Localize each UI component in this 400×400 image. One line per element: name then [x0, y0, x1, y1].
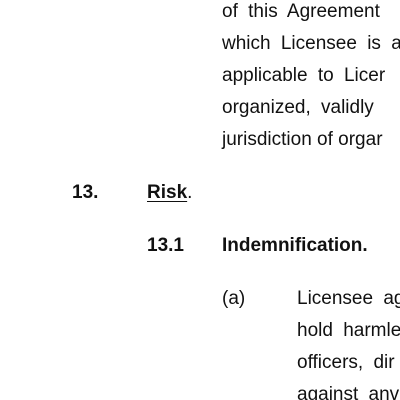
section-heading: Risk.: [147, 183, 192, 202]
section-title: Risk: [147, 182, 188, 203]
paragraph-line-5: jurisdiction of orgar: [222, 129, 383, 150]
clause-label: (a): [222, 288, 246, 309]
section-title-suffix: .: [187, 182, 193, 203]
clause-line-4: against anv: [297, 384, 400, 400]
paragraph-line-1: of this Agreement: [222, 1, 380, 22]
subsection-title: Indemnification.: [222, 235, 368, 256]
paragraph-line-4: organized, validly: [222, 97, 374, 118]
clause-line-1: Licensee ag: [297, 288, 400, 309]
document-page: of this Agreement which Licensee is a ap…: [0, 0, 400, 400]
section-number: 13.: [72, 182, 99, 203]
subsection-number: 13.1: [147, 235, 184, 256]
clause-line-3: officers, dir: [297, 352, 395, 373]
paragraph-line-3: applicable to Licer: [222, 65, 386, 86]
paragraph-line-2: which Licensee is a: [222, 33, 400, 54]
clause-line-2: hold harmle: [297, 320, 400, 341]
